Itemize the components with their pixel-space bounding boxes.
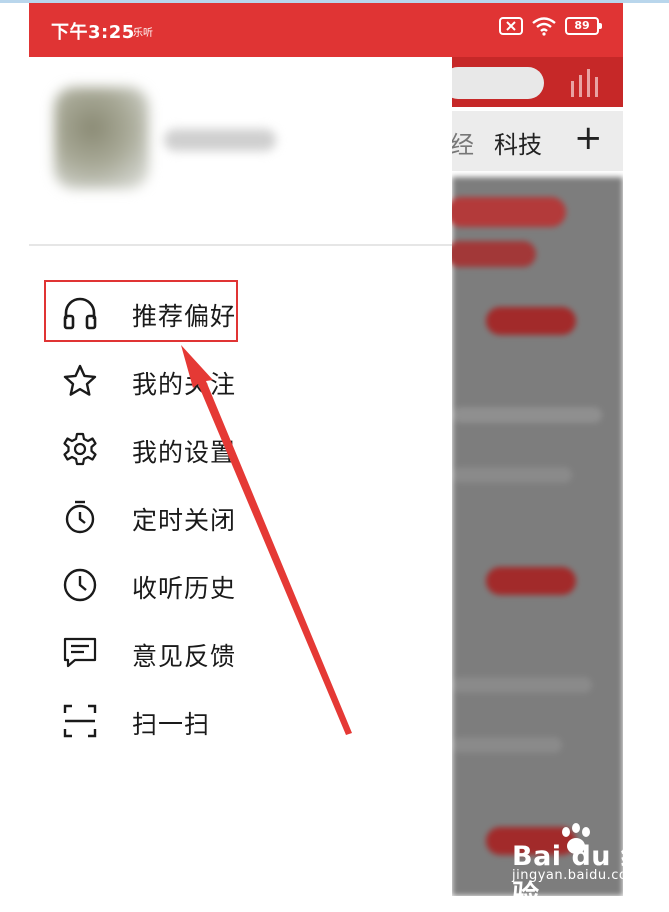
sim-error-icon (499, 17, 523, 35)
watermark-url: jingyan.baidu.com (512, 868, 641, 883)
background-app: 经 科技 + (442, 57, 623, 896)
audio-bars-icon (571, 69, 598, 97)
background-feed (446, 177, 623, 896)
menu-label: 扫一扫 (132, 710, 211, 739)
menu-item-listening-history[interactable]: 收听历史 (29, 551, 452, 619)
menu-item-sleep-timer[interactable]: 定时关闭 (29, 483, 452, 551)
wifi-icon (532, 17, 556, 36)
status-icons: 89 (499, 16, 602, 36)
menu-item-scan[interactable]: 扫一扫 (29, 687, 452, 755)
menu-label: 收听历史 (132, 574, 237, 603)
background-header (442, 57, 623, 107)
username-blurred (164, 129, 276, 151)
background-tab-tech: 科技 (494, 131, 542, 159)
menu-label: 意见反馈 (132, 642, 237, 671)
feedback-icon (63, 637, 97, 668)
side-drawer: 推荐偏好 我的关注 我的设置 定时关闭 收听历史 意见反馈 扫一扫 (29, 57, 452, 896)
add-tab-button: + (574, 118, 603, 158)
menu-item-feedback[interactable]: 意见反馈 (29, 619, 452, 687)
profile-header[interactable] (29, 57, 452, 244)
watermark: Bai du 经验 jingyan.baidu.com (512, 823, 662, 911)
gear-icon (63, 432, 97, 466)
scan-icon (63, 704, 97, 738)
background-search-bar (442, 67, 544, 99)
timer-icon (65, 500, 95, 534)
battery-icon: 89 (565, 17, 602, 35)
menu-item-my-settings[interactable]: 我的设置 (29, 415, 452, 483)
status-sub-label: 乐听 (133, 28, 153, 39)
menu-label: 我的关注 (132, 370, 237, 399)
menu-item-my-follows[interactable]: 我的关注 (29, 347, 452, 415)
background-tab-partial: 经 (450, 131, 474, 159)
annotation-highlight-box (44, 280, 238, 342)
status-time: 下午3:25 (51, 22, 135, 43)
divider (29, 244, 452, 246)
clock-icon (63, 568, 97, 602)
menu-label: 我的设置 (132, 438, 237, 467)
menu-label: 定时关闭 (132, 506, 237, 535)
star-icon (63, 364, 97, 396)
phone-screen: 下午3:25 乐听 89 经 科技 + 推荐偏好 我的关注 我的设置 定时关闭 … (29, 3, 623, 896)
background-tab-bar: 经 科技 + (450, 111, 623, 171)
avatar[interactable] (54, 87, 149, 189)
status-bar: 下午3:25 乐听 89 (29, 3, 623, 57)
